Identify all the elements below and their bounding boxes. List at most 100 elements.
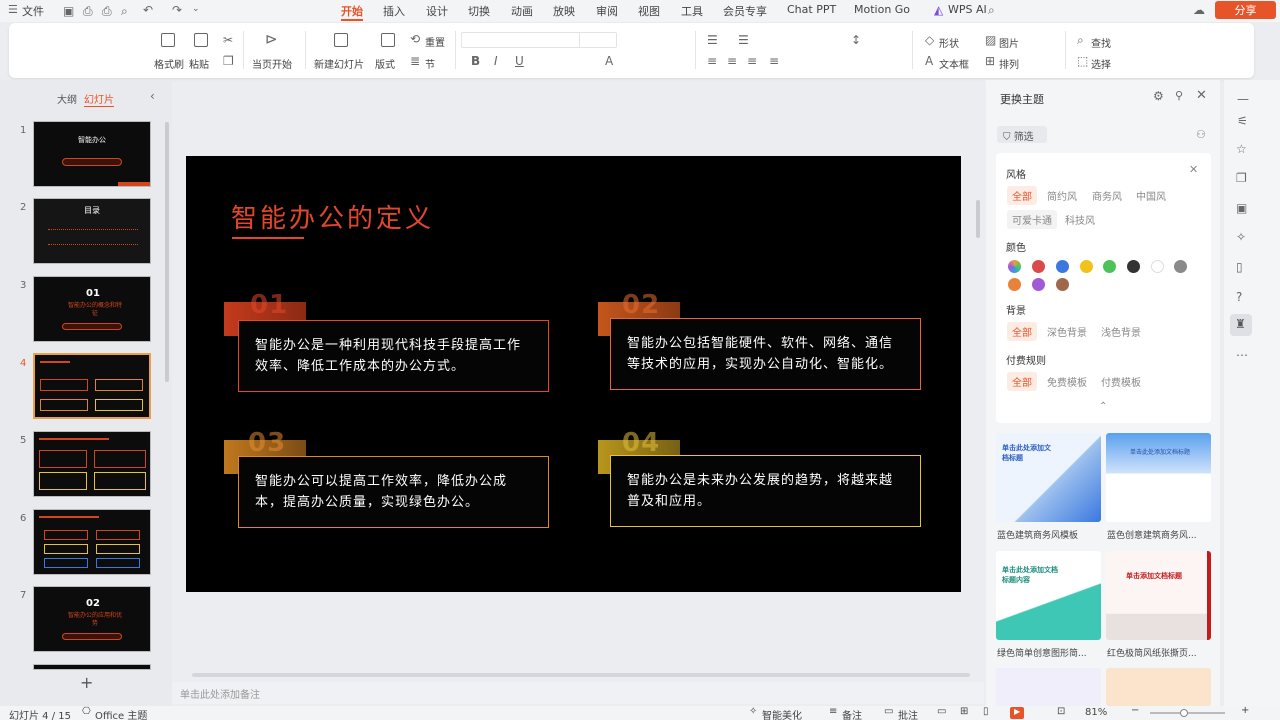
magic-icon[interactable]: ✧: [1236, 230, 1246, 244]
copy-icon[interactable]: ❐: [223, 55, 234, 67]
star-icon[interactable]: ☆: [1236, 142, 1247, 156]
export-icon[interactable]: ⎙: [83, 5, 93, 17]
bg-dark[interactable]: 深色背景: [1042, 322, 1092, 341]
format-painter-icon[interactable]: [161, 33, 175, 47]
pin-icon[interactable]: ⚲: [1175, 89, 1183, 102]
style-simple[interactable]: 简约风: [1042, 186, 1082, 205]
card-3[interactable]: 智能办公可以提高工作效率，降低办公成本，提高办公质量，实现绿色办公。: [238, 456, 549, 528]
tab-member[interactable]: 会员专享: [723, 3, 767, 19]
collapse-up-icon[interactable]: ⌃: [1099, 401, 1107, 412]
normal-view-icon[interactable]: ▭: [937, 706, 946, 717]
style-tech[interactable]: 科技风: [1060, 210, 1100, 229]
tab-tools[interactable]: 工具: [681, 3, 703, 19]
arrange-icon[interactable]: ⊞: [985, 55, 995, 67]
comment-button[interactable]: 批注: [898, 707, 918, 720]
search-icon[interactable]: ⌕: [988, 4, 995, 16]
color-swatch-green[interactable]: [1103, 260, 1116, 273]
color-swatch-white[interactable]: [1151, 260, 1164, 273]
from-current-button[interactable]: 当页开始: [252, 56, 292, 71]
thumb-scrollbar[interactable]: [165, 122, 169, 382]
slide-title[interactable]: 智能办公的定义: [231, 198, 434, 235]
cut-icon[interactable]: ✂: [223, 34, 233, 46]
font-color-icon[interactable]: A: [605, 55, 613, 67]
theme-tool-icon[interactable]: ♜: [1230, 314, 1252, 336]
paste-button[interactable]: 粘贴: [189, 56, 209, 71]
tab-review[interactable]: 审阅: [596, 3, 618, 19]
template-card-6-partial[interactable]: [1106, 668, 1211, 706]
slide-thumbnail-7[interactable]: 02 智能办公的应用和优势: [33, 586, 151, 652]
more-dropdown-icon[interactable]: ⌄: [192, 5, 200, 14]
textbox-icon[interactable]: A: [925, 55, 933, 67]
slide-sorter-icon[interactable]: ⊞: [960, 706, 968, 717]
style-chinese[interactable]: 中国风: [1131, 186, 1171, 205]
picture-icon[interactable]: ▨: [985, 34, 996, 46]
save-icon[interactable]: ▣: [63, 5, 74, 17]
zoom-slider-handle[interactable]: [1180, 709, 1188, 717]
new-slide-icon[interactable]: [334, 33, 348, 47]
paste-icon[interactable]: [194, 33, 208, 47]
preview-icon[interactable]: ⌕: [121, 5, 128, 17]
arrange-button[interactable]: 排列: [999, 56, 1019, 71]
menu-icon[interactable]: ☰: [8, 4, 18, 15]
template-card-5-partial[interactable]: [996, 668, 1101, 706]
color-swatch-blue[interactable]: [1056, 260, 1069, 273]
section-icon[interactable]: ≣: [410, 55, 420, 67]
template-card-2[interactable]: 单击此处添加文档标题: [1106, 433, 1211, 522]
tab-slideshow[interactable]: 放映: [553, 3, 575, 19]
template-4-caption[interactable]: 红色极简风纸张撕页...: [1107, 646, 1197, 659]
reset-button[interactable]: 重置: [425, 34, 445, 49]
color-swatch-orange[interactable]: [1008, 278, 1021, 291]
notes-area[interactable]: 单击此处添加备注: [172, 682, 984, 704]
numbered-list-icon[interactable]: ☰: [738, 34, 749, 46]
template-3-caption[interactable]: 绿色简单创意图形简...: [997, 646, 1087, 659]
slide-thumbnail-5[interactable]: [33, 431, 151, 497]
tab-chatppt[interactable]: Chat PPT: [787, 3, 836, 16]
new-slide-button[interactable]: 新建幻灯片: [314, 56, 364, 71]
color-swatch-black[interactable]: [1127, 260, 1140, 273]
color-swatch-purple[interactable]: [1032, 278, 1045, 291]
tab-animation[interactable]: 动画: [511, 3, 533, 19]
vertical-scrollbar[interactable]: [976, 200, 980, 238]
color-swatch-yellow[interactable]: [1080, 260, 1093, 273]
tab-transition[interactable]: 切换: [468, 3, 490, 19]
reset-icon[interactable]: ⟲: [410, 33, 420, 45]
style-cartoon[interactable]: 可爱卡通: [1007, 210, 1057, 229]
tab-outline[interactable]: 大纲: [57, 91, 77, 106]
color-multi-swatch[interactable]: [1008, 260, 1021, 273]
layout-button[interactable]: 版式: [375, 56, 395, 71]
slide-thumbnail-3[interactable]: 01 智能办公的概念和特征: [33, 276, 151, 342]
shape-button[interactable]: 形状: [939, 35, 959, 50]
copy-layout-icon[interactable]: ❐: [1236, 171, 1247, 185]
section-button[interactable]: 节: [425, 56, 435, 71]
play-slideshow-button[interactable]: ▶: [1010, 707, 1024, 719]
filter-button[interactable]: ⛉ 筛选: [997, 126, 1047, 143]
adjust-icon[interactable]: ⚟: [1237, 114, 1248, 128]
template-card-3[interactable]: 单击此处添加文档标题内容: [996, 551, 1101, 640]
color-swatch-gray[interactable]: [1174, 260, 1187, 273]
collapse-panel-icon[interactable]: ‹: [150, 89, 155, 103]
slide-thumbnail-4[interactable]: [33, 353, 151, 419]
play-icon[interactable]: ⊳: [265, 32, 278, 47]
settings-icon[interactable]: ⚙: [1153, 89, 1164, 103]
tab-insert[interactable]: 插入: [383, 3, 405, 19]
cloud-icon[interactable]: ☁: [1193, 4, 1205, 16]
horizontal-scrollbar[interactable]: [192, 673, 970, 677]
notes-button[interactable]: 备注: [842, 707, 862, 720]
slide-thumbnail-2[interactable]: 目录: [33, 198, 151, 264]
line-spacing-icon[interactable]: ↕: [851, 34, 861, 46]
user-icon[interactable]: ⚇: [1196, 128, 1206, 141]
tab-slides[interactable]: 幻灯片: [84, 91, 114, 107]
share-button[interactable]: 分享: [1215, 1, 1276, 19]
color-swatch-brown[interactable]: [1056, 278, 1069, 291]
fit-icon[interactable]: ⊡: [1057, 706, 1065, 717]
bg-all[interactable]: 全部: [1007, 322, 1037, 341]
filter-close-icon[interactable]: ✕: [1189, 163, 1198, 176]
book-icon[interactable]: ▯: [1236, 260, 1243, 274]
pay-free[interactable]: 免费模板: [1042, 372, 1092, 391]
add-slide-button[interactable]: +: [80, 673, 93, 692]
underline-icon[interactable]: U: [515, 55, 524, 67]
undo-icon[interactable]: ↶: [143, 4, 153, 16]
pay-paid[interactable]: 付费模板: [1096, 372, 1146, 391]
help-icon[interactable]: ?: [1236, 290, 1242, 304]
tab-motiongo[interactable]: Motion Go: [854, 3, 910, 16]
